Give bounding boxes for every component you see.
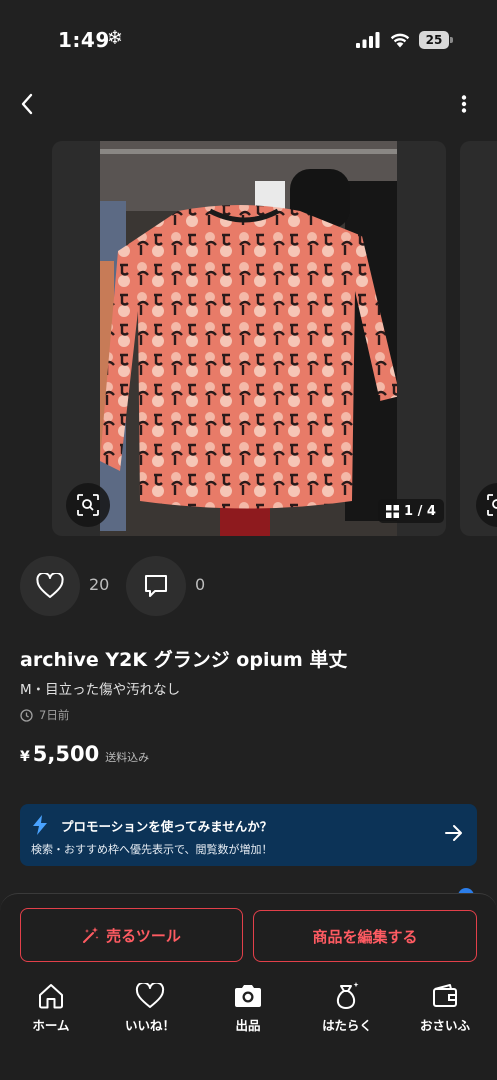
item-description: M・目立った傷や汚れなし [20, 682, 181, 698]
photo-slide[interactable]: 1 / 4 [52, 141, 446, 536]
arrow-right-icon [445, 825, 462, 841]
shipping-label: 送料込み [105, 751, 150, 764]
wifi-icon [390, 33, 410, 48]
promotion-banner[interactable]: プロモーションを使ってみませんか？ 検索・おすすめ枠へ優先表示で、閲覧数が増加！ [20, 804, 477, 866]
photo-page-counter: 1 / 4 [378, 499, 444, 523]
posted-time: 7日前 [20, 707, 69, 723]
zoom-button-next[interactable] [476, 483, 497, 527]
tab-likes[interactable]: いいね！ [110, 980, 190, 1040]
tab-work[interactable]: はたらく [307, 980, 387, 1040]
battery-icon: 25 [419, 31, 453, 49]
like-count: 20 [89, 575, 110, 594]
heart-icon [135, 983, 165, 1008]
tab-sell[interactable]: 出品 [208, 980, 288, 1040]
tab-home[interactable]: ホーム [11, 980, 91, 1040]
magnify-scan-icon [487, 494, 497, 516]
tab-home-label: ホーム [32, 1018, 70, 1033]
more-options-button[interactable] [452, 88, 476, 120]
currency-symbol: ¥ [20, 749, 30, 765]
item-title: archive Y2K グランジ opium 単丈 [20, 649, 348, 671]
tab-wallet[interactable]: おさいふ [405, 980, 485, 1040]
comment-count: 0 [195, 575, 206, 594]
tab-likes-label: いいね！ [124, 1018, 175, 1033]
promo-text: 検索・おすすめ枠へ優先表示で、閲覧数が増加！ [31, 843, 273, 856]
comment-icon [145, 575, 167, 597]
home-icon [39, 984, 63, 1009]
money-bag-icon [336, 982, 359, 1009]
edit-item-label: 商品を編集する [312, 927, 418, 946]
heart-icon [36, 573, 64, 598]
status-time: 1:49 [58, 28, 110, 52]
battery-level: 25 [419, 31, 449, 49]
edit-item-button[interactable]: 商品を編集する [253, 910, 477, 962]
like-button[interactable] [20, 556, 80, 616]
sell-tools-label: 売るツール [106, 926, 181, 945]
wallet-icon [433, 984, 457, 1007]
tab-work-label: はたらく [322, 1018, 372, 1033]
status-bar: 1:49 ❄ 25 [0, 0, 497, 80]
sell-tools-button[interactable]: 売るツール [20, 908, 243, 962]
tab-bar: ホーム いいね！ 出品 はたらく おさいふ [0, 980, 497, 1040]
zoom-button[interactable] [66, 483, 110, 527]
camera-icon [235, 985, 261, 1007]
grid-icon [386, 504, 399, 518]
clock-icon [20, 708, 33, 722]
next-photo-slide[interactable] [460, 141, 497, 536]
tab-wallet-label: おさいふ [419, 1018, 470, 1033]
tab-sell-label: 出品 [235, 1018, 261, 1033]
posted-time-text: 7日前 [39, 708, 70, 722]
photo-counter-text: 1 / 4 [404, 503, 436, 519]
promo-title: プロモーションを使ってみませんか？ [61, 819, 273, 834]
comment-button[interactable] [126, 556, 186, 616]
magnify-scan-icon [77, 494, 99, 516]
chevron-left-icon [21, 93, 33, 115]
more-vertical-icon [461, 95, 467, 113]
product-photo [100, 141, 397, 536]
signal-icon [356, 32, 380, 48]
back-button[interactable] [12, 88, 42, 120]
price-value: 5,500 [32, 742, 100, 766]
lightning-icon [33, 815, 47, 835]
magic-wand-icon [83, 927, 99, 943]
photo-gallery[interactable]: 1 / 4 [0, 141, 497, 536]
snowflake-icon: ❄ [107, 27, 123, 49]
price: ¥ 5,500 送料込み [20, 742, 149, 766]
